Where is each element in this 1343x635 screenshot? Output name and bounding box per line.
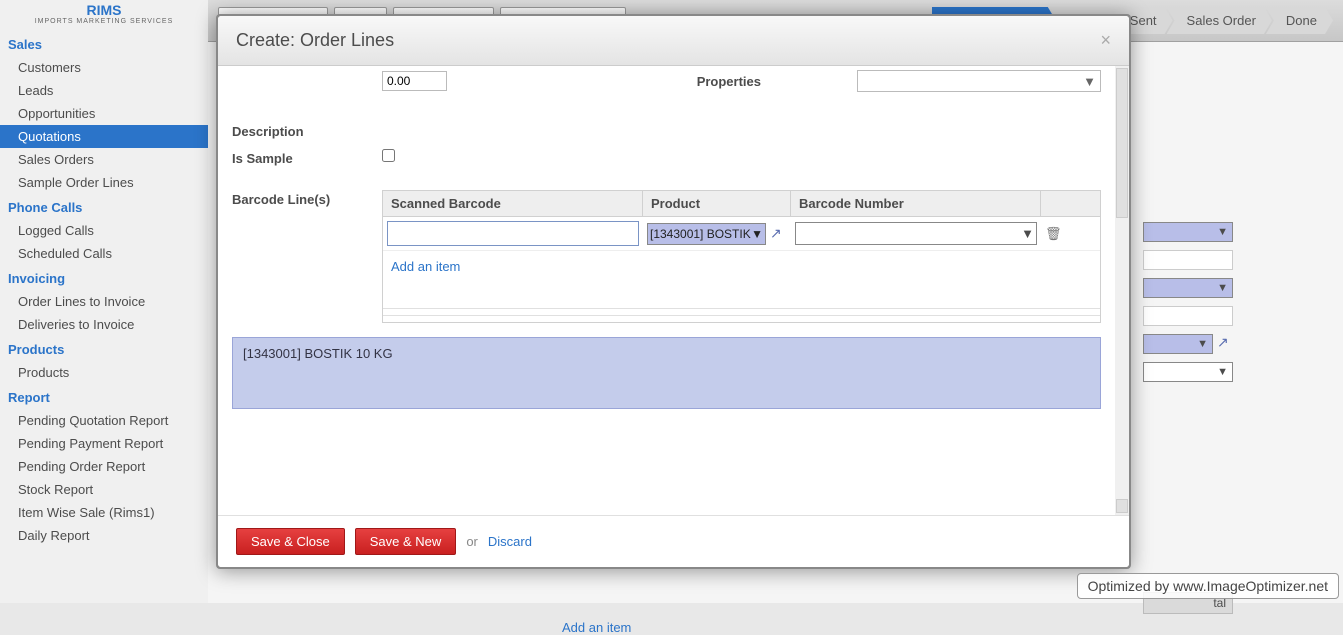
modal-content: Properties ▼ Description Is Sample Barco…: [218, 66, 1115, 515]
trash-icon[interactable]: 🗑: [1045, 226, 1062, 241]
bg-right-fields: ▼ ▼ ▼↗ ▼: [1143, 222, 1233, 390]
nav-item-logged-calls[interactable]: Logged Calls: [0, 219, 208, 242]
modal-title: Create: Order Lines: [236, 30, 394, 51]
barcode-table-header: Scanned Barcode Product Barcode Number: [383, 191, 1100, 217]
bg-select-1[interactable]: ▼: [1143, 222, 1233, 242]
nav-item-pending-payment-report[interactable]: Pending Payment Report: [0, 432, 208, 455]
logo: RIMS IMPORTS MARKETING SERVICES: [0, 2, 208, 31]
is-sample-label: Is Sample: [232, 149, 382, 166]
nav-item-item-wise-sale-(rims1)[interactable]: Item Wise Sale (Rims1): [0, 501, 208, 524]
bg-input-2[interactable]: [1143, 306, 1233, 326]
bg-input-1[interactable]: [1143, 250, 1233, 270]
barcode-lines-label: Barcode Line(s): [232, 190, 382, 207]
divider: [383, 315, 1100, 316]
status-step-done[interactable]: Done: [1266, 7, 1333, 34]
save-close-button[interactable]: Save & Close: [236, 528, 345, 555]
col-product: Product: [643, 191, 791, 216]
nav-section-products[interactable]: Products: [0, 336, 208, 361]
discard-link[interactable]: Discard: [488, 534, 532, 549]
nav-item-scheduled-calls[interactable]: Scheduled Calls: [0, 242, 208, 265]
scrollbar-thumb[interactable]: [1116, 68, 1128, 218]
nav-item-customers[interactable]: Customers: [0, 56, 208, 79]
external-link-icon[interactable]: ↗: [1217, 334, 1229, 350]
or-text: or: [466, 534, 478, 549]
save-new-button[interactable]: Save & New: [355, 528, 457, 555]
scrollbar-down-arrow[interactable]: [1116, 499, 1128, 513]
col-barcode-number: Barcode Number: [791, 191, 1041, 216]
order-lines-modal: Create: Order Lines × Properties ▼ Descr…: [218, 16, 1129, 567]
selected-product-box[interactable]: [1343001] BOSTIK 10 KG: [232, 337, 1101, 409]
scanned-barcode-input[interactable]: [387, 221, 639, 246]
nav-item-opportunities[interactable]: Opportunities: [0, 102, 208, 125]
nav-item-products[interactable]: Products: [0, 361, 208, 384]
bg-select-2[interactable]: ▼: [1143, 278, 1233, 298]
properties-label: Properties: [697, 74, 761, 89]
nav-item-order-lines-to-invoice[interactable]: Order Lines to Invoice: [0, 290, 208, 313]
modal-body: Properties ▼ Description Is Sample Barco…: [218, 66, 1129, 515]
col-scanned-barcode: Scanned Barcode: [383, 191, 643, 216]
bg-add-item-link[interactable]: Add an item: [562, 620, 631, 635]
numeric-input[interactable]: [382, 71, 447, 91]
nav-item-stock-report[interactable]: Stock Report: [0, 478, 208, 501]
barcode-table: Scanned Barcode Product Barcode Number […: [382, 190, 1101, 323]
nav-item-pending-order-report[interactable]: Pending Order Report: [0, 455, 208, 478]
modal-footer: Save & Close Save & New or Discard: [218, 515, 1129, 567]
logo-sub: IMPORTS MARKETING SERVICES: [10, 18, 198, 25]
nav-item-pending-quotation-report[interactable]: Pending Quotation Report: [0, 409, 208, 432]
external-link-icon[interactable]: ↗: [770, 225, 782, 242]
scrollbar[interactable]: [1115, 66, 1129, 515]
description-label: Description: [232, 122, 382, 139]
barcode-number-select[interactable]: ▼: [795, 222, 1037, 245]
nav-section-report[interactable]: Report: [0, 384, 208, 409]
close-icon[interactable]: ×: [1100, 30, 1111, 51]
bg-select-4[interactable]: ▼: [1143, 362, 1233, 382]
watermark: Optimized by www.ImageOptimizer.net: [1077, 573, 1339, 599]
nav-item-sample-order-lines[interactable]: Sample Order Lines: [0, 171, 208, 194]
nav-item-quotations[interactable]: Quotations: [0, 125, 208, 148]
logo-name: RIMS: [10, 2, 198, 18]
modal-overlay: Create: Order Lines × Properties ▼ Descr…: [216, 14, 1131, 569]
status-step-sales-order[interactable]: Sales Order: [1167, 7, 1272, 34]
divider: [383, 308, 1100, 309]
product-select[interactable]: [1343001] BOSTIK▼: [647, 223, 766, 245]
is-sample-checkbox[interactable]: [382, 149, 395, 162]
nav-section-sales[interactable]: Sales: [0, 31, 208, 56]
hidden-label: [232, 80, 382, 82]
bg-select-3[interactable]: ▼: [1143, 334, 1213, 354]
sidebar: RIMS IMPORTS MARKETING SERVICES SalesCus…: [0, 0, 208, 603]
nav-item-daily-report[interactable]: Daily Report: [0, 524, 208, 547]
nav-item-deliveries-to-invoice[interactable]: Deliveries to Invoice: [0, 313, 208, 336]
nav-section-phone-calls[interactable]: Phone Calls: [0, 194, 208, 219]
nav-section-invoicing[interactable]: Invoicing: [0, 265, 208, 290]
nav-item-leads[interactable]: Leads: [0, 79, 208, 102]
nav-item-sales-orders[interactable]: Sales Orders: [0, 148, 208, 171]
col-actions: [1041, 191, 1100, 216]
table-row: [1343001] BOSTIK▼ ↗ ▼ 🗑: [383, 217, 1100, 251]
properties-select[interactable]: ▼: [857, 70, 1101, 92]
modal-header: Create: Order Lines ×: [218, 16, 1129, 66]
add-item-link[interactable]: Add an item: [383, 251, 468, 282]
